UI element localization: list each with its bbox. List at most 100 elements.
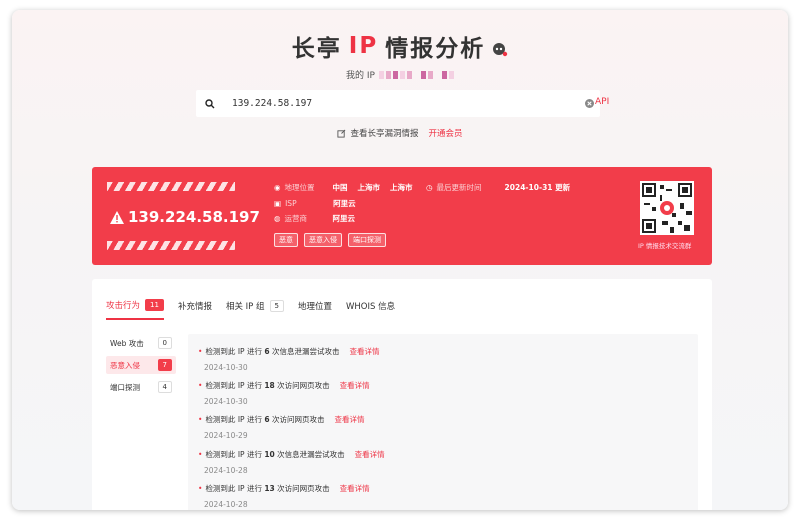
event-count: 10 [264,450,275,459]
event-date: 2024-10-29 [204,431,248,440]
api-link[interactable]: API [595,97,609,107]
operator-label: 运营商 [284,214,308,223]
sidebar-item-web-attack[interactable]: Web 攻击 0 [106,334,176,352]
tab-supplement[interactable]: 补充情报 [178,299,212,320]
clock-icon: ◷ [426,183,433,192]
event-date: 2024-10-30 [204,397,248,406]
event-text: 次访问网页攻击 [277,381,330,390]
member-link[interactable]: 开通会员 [429,127,463,139]
event-text: 检测到此 IP 进行 [205,347,262,356]
geo-city: 上海市 [390,183,413,192]
tab-attack[interactable]: 攻击行为 11 [106,299,164,320]
operator-value: 阿里云 [332,214,356,223]
sidebar-item-count: 0 [157,337,172,349]
robot-icon [493,43,508,57]
ip-search-input[interactable] [224,90,578,117]
location-icon: ◉ [274,183,281,192]
event-count: 6 [264,347,270,356]
event-count: 6 [264,415,270,424]
isp-value: 阿里云 [333,199,356,208]
sidebar-item-count: 7 [157,359,172,371]
title-ip: IP [348,33,379,59]
bullet-icon: • [198,484,203,493]
event-text: 检测到此 IP 进行 [205,450,262,459]
title-pre: 长亭 [291,36,342,62]
ip-headline: 139.224.58.197 [110,208,260,226]
tab-label: 攻击行为 [106,301,141,311]
view-detail-link[interactable]: 查看详情 [334,415,364,424]
view-detail-link[interactable]: 查看详情 [340,484,370,493]
ip-address: 139.224.58.197 [128,208,260,226]
event-count: 18 [264,381,275,390]
external-link-icon [337,129,346,138]
event-text: 次信息泄漏尝试攻击 [277,450,345,459]
ip-summary-card: 139.224.58.197 ◉ 地理位置 中国 上海市 上海市 ▣ ISP 阿… [92,167,712,265]
masked-ip [378,70,454,79]
event-text: 检测到此 IP 进行 [205,381,262,390]
list-item: • 检测到此 IP 进行 10 次信息泄漏尝试攻击 查看详情 2024-10-28 [198,449,385,475]
tab-count: 5 [269,300,284,312]
geo-country: 中国 [332,183,348,192]
view-detail-link[interactable]: 查看详情 [355,450,385,459]
isp-icon: ▣ [274,199,282,208]
list-item: • 检测到此 IP 进行 18 次访问网页攻击 查看详情 2024-10-30 [198,380,370,406]
event-date: 2024-10-28 [204,466,248,475]
isp-row: ▣ ISP 阿里云 [274,198,356,209]
list-item: • 检测到此 IP 进行 6 次访问网页攻击 查看详情 2024-10-29 [198,414,364,440]
category-sidebar: Web 攻击 0 恶意入侵 7 端口探测 4 [106,334,176,400]
view-detail-link[interactable]: 查看详情 [349,347,379,356]
page-title: 长亭 IP 情报分析 [12,29,788,63]
decorative-stripes [107,241,235,250]
warning-icon [110,210,124,224]
qr-label: IP 情报技术交流群 [638,242,692,250]
tab-related-ip[interactable]: 相关 IP 组 5 [226,299,284,320]
event-text: 次访问网页攻击 [271,415,325,424]
event-text: 检测到此 IP 进行 [205,484,262,493]
tab-label: 相关 IP 组 [225,302,265,312]
decorative-stripes [107,182,235,191]
tab-location[interactable]: 地理位置 [298,299,332,320]
geo-province: 上海市 [357,183,381,192]
tab-count: 11 [145,299,164,311]
sidebar-item-label: Web 攻击 [110,338,144,348]
operator-icon: ◍ [274,214,281,223]
detail-panel: 攻击行为 11 补充情报 相关 IP 组 5 地理位置 WHOIS 信息 Web… [92,279,712,510]
tab-label: WHOIS 信息 [345,302,396,312]
isp-label: ISP [285,199,297,208]
geo-label: 地理位置 [284,183,315,192]
bullet-icon: • [198,381,203,390]
event-count: 13 [264,484,275,493]
updated-label: 最后更新时间 [436,183,482,192]
vuln-link[interactable]: 查看长亭漏洞情报 [350,127,418,139]
view-detail-link[interactable]: 查看详情 [340,381,370,390]
tag-intrusion[interactable]: 恶意入侵 [304,233,342,247]
tag-malicious[interactable]: 恶意 [274,233,298,247]
event-text: 检测到此 IP 进行 [205,415,262,424]
search-box [196,90,600,117]
sidebar-item-count: 4 [157,381,172,393]
geo-row: ◉ 地理位置 中国 上海市 上海市 [274,182,413,193]
bullet-icon: • [198,415,203,424]
sidebar-item-port-scan[interactable]: 端口探测 4 [106,378,176,396]
list-item: • 检测到此 IP 进行 6 次信息泄漏尝试攻击 查看详情 2024-10-30 [198,346,379,372]
updated-value: 2024-10-31 更新 [504,183,571,192]
list-item: • 检测到此 IP 进行 13 次访问网页攻击 查看详情 2024-10-28 [198,483,370,509]
tag-list: 恶意 恶意入侵 端口探测 [274,233,386,247]
event-list: • 检测到此 IP 进行 6 次信息泄漏尝试攻击 查看详情 2024-10-30 •… [188,334,698,510]
sidebar-item-label: 端口探测 [110,382,140,392]
qr-code-icon [640,181,694,235]
updated-row: ◷ 最后更新时间 2024-10-31 更新 [426,182,570,193]
sidebar-item-intrusion[interactable]: 恶意入侵 7 [106,356,176,374]
event-text: 次信息泄漏尝试攻击 [271,347,340,356]
tag-port-scan[interactable]: 端口探测 [348,233,386,247]
bullet-icon: • [198,347,203,356]
app-window: 长亭 IP 情报分析 我的 IP API 查看长亭漏洞情报 开通会员 [12,10,788,510]
event-text: 次访问网页攻击 [277,484,330,493]
bullet-icon: • [198,450,203,459]
event-date: 2024-10-30 [204,363,248,372]
event-date: 2024-10-28 [204,500,248,509]
search-icon[interactable] [196,98,224,109]
title-post: 情报分析 [385,36,486,62]
tab-whois[interactable]: WHOIS 信息 [346,299,395,320]
tab-label: 地理位置 [297,302,332,312]
